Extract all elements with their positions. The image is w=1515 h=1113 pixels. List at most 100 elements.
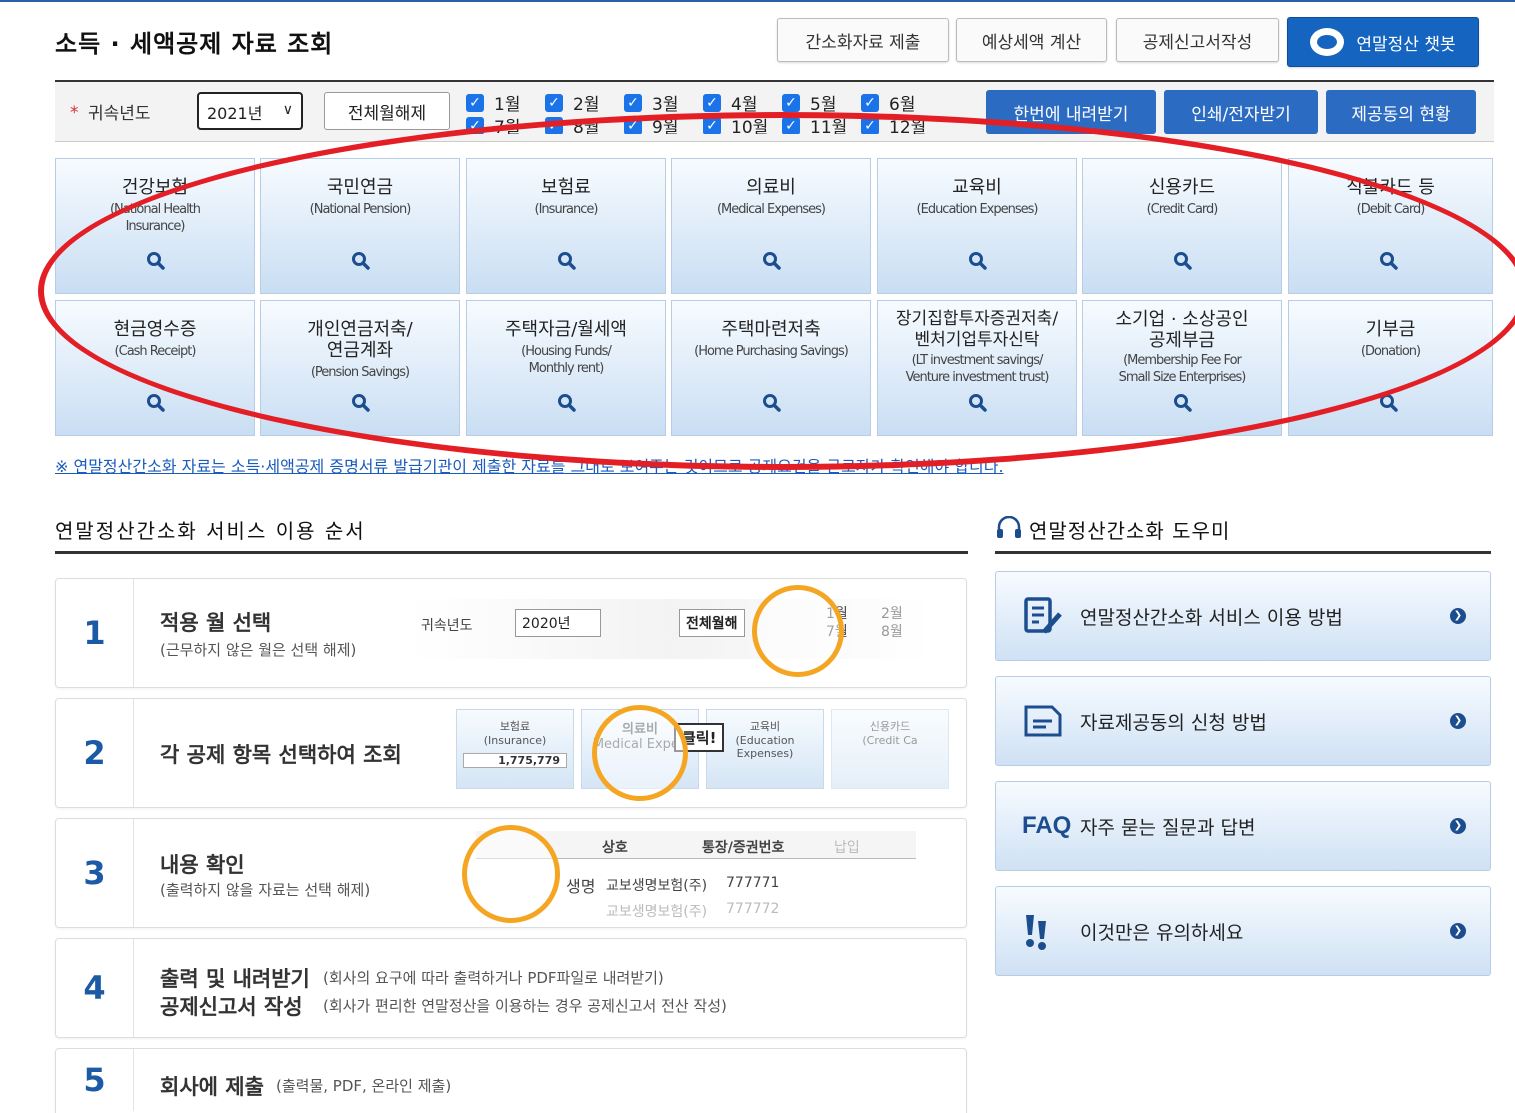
tile-credit-card[interactable]: 신용카드 (Credit Card): [1082, 158, 1282, 294]
illus-row-number: 777771: [726, 875, 780, 891]
arrow-right-icon: ❯: [1450, 713, 1466, 729]
step-title: 회사에 제출: [160, 1075, 264, 1099]
illus-col-header: 통장/증권번호: [702, 840, 785, 856]
month-checkbox[interactable]: ✓ 10월: [703, 113, 768, 134]
tile-home-purchasing-savings[interactable]: 주택마련저축 (Home Purchasing Savings): [671, 300, 871, 436]
checkbox-checked-icon: ✓: [624, 116, 642, 134]
year-select[interactable]: 2021년 ∨: [197, 92, 303, 130]
month-checkbox[interactable]: ✓ 2월: [545, 90, 599, 115]
search-icon: [147, 252, 165, 270]
month-checkbox[interactable]: ✓ 1월: [466, 90, 520, 115]
step-subtitle: (근무하지 않은 월은 선택 해제): [160, 641, 357, 659]
search-icon: [763, 252, 781, 270]
page-title: 소득 · 세액공제 자료 조회: [55, 30, 334, 58]
deduction-form-button[interactable]: 공제신고서작성: [1116, 18, 1279, 62]
highlight-ring: [752, 585, 844, 677]
help-item-faq[interactable]: FAQ 자주 묻는 질문과 답변 ❯: [995, 781, 1491, 871]
illus-tile: 보험료 (Insurance) 1,775,779: [456, 709, 574, 789]
print-button[interactable]: 인쇄/전자받기: [1164, 90, 1318, 134]
checkbox-checked-icon: ✓: [703, 116, 721, 134]
step-3: 3 내용 확인 (출력하지 않을 자료는 선택 해제) 상호 통장/증권번호 납…: [55, 818, 967, 928]
month-checkbox[interactable]: ✓ 5월: [782, 90, 836, 115]
search-icon: [558, 394, 576, 412]
checkbox-checked-icon: ✓: [861, 116, 879, 134]
help-item-usage-guide[interactable]: 연말정산간소화 서비스 이용 방법 ❯: [995, 571, 1491, 661]
download-all-button[interactable]: 한번에 내려받기: [986, 90, 1156, 134]
month-checkbox[interactable]: ✓ 8월: [545, 113, 599, 134]
arrow-right-icon: ❯: [1450, 608, 1466, 624]
tile-donation[interactable]: 기부금 (Donation): [1288, 300, 1493, 436]
illus-col-header: 상호: [602, 840, 628, 856]
year-value: 2021년: [207, 104, 263, 123]
chevron-down-icon: ∨: [282, 102, 293, 118]
tile-lt-investment-savings[interactable]: 장기집합투자증권저축/ 벤처기업투자신탁 (LT investment savin…: [877, 300, 1077, 436]
edit-doc-icon: [1024, 597, 1062, 634]
search-icon: [1174, 394, 1192, 412]
step-1: 1 적용 월 선택 (근무하지 않은 월은 선택 해제) 귀속년도 2020년 …: [55, 578, 967, 688]
consent-status-button[interactable]: 제공동의 현황: [1326, 90, 1476, 134]
step-number: 5: [56, 1049, 134, 1111]
step-note: (회사의 요구에 따라 출력하거나 PDF파일로 내려받기): [323, 969, 664, 987]
search-icon: [969, 394, 987, 412]
tile-health-insurance[interactable]: 건강보험 (National Health Insurance): [55, 158, 255, 294]
month-checkbox[interactable]: ✓ 7월: [466, 113, 520, 134]
tile-debit-card[interactable]: 직불카드 등 (Debit Card): [1288, 158, 1493, 294]
step-number: 3: [56, 819, 134, 927]
tile-national-pension[interactable]: 국민연금 (National Pension): [260, 158, 460, 294]
step-5: 5 회사에 제출 (출력물, PDF, 온라인 제출): [55, 1048, 967, 1113]
month-checkbox[interactable]: ✓ 4월: [703, 90, 757, 115]
search-icon: [1174, 252, 1192, 270]
faq-icon: FAQ: [1022, 812, 1072, 839]
submit-simplified-data-button[interactable]: 간소화자료 제출: [777, 18, 949, 62]
step-subtitle: (출력하지 않을 자료는 선택 해제): [160, 881, 371, 899]
deselect-all-months-button[interactable]: 전체월해제: [324, 92, 450, 130]
top-accent-line: [0, 0, 1515, 2]
help-item-label: 자주 묻는 질문과 답변: [1080, 816, 1256, 839]
notice-link[interactable]: ※ 연말정산간소화 자료는 소득·세액공제 증명서류 발급기관이 제출한 자료를…: [55, 453, 1305, 477]
step-2: 2 각 공제 항목 선택하여 조회 보험료 (Insurance) 1,775,77…: [55, 698, 967, 808]
illus-row-name: 생명: [566, 877, 596, 896]
tile-pension-savings[interactable]: 개인연금저축/ 연금계좌 (Pension Savings): [260, 300, 460, 436]
estimate-tax-button[interactable]: 예상세액 계산: [956, 18, 1107, 62]
year-label: 귀속년도: [88, 104, 151, 124]
month-checkbox[interactable]: ✓ 6월: [861, 90, 915, 115]
illus-year-label: 귀속년도: [421, 618, 473, 634]
step-title: 내용 확인: [160, 853, 245, 877]
help-item-cautions[interactable]: 이것만은 유의하세요 ❯: [995, 886, 1491, 976]
checkbox-checked-icon: ✓: [861, 93, 879, 112]
tile-education-expenses[interactable]: 교육비 (Education Expenses): [877, 158, 1077, 294]
step-number: 4: [56, 939, 134, 1037]
step-number: 2: [56, 699, 134, 807]
tile-housing-funds[interactable]: 주택자금/월세액 (Housing Funds/ Monthly rent): [466, 300, 666, 436]
tile-insurance[interactable]: 보험료 (Insurance): [466, 158, 666, 294]
chatbot-icon: [1310, 28, 1345, 56]
month-checkbox[interactable]: ✓ 12월: [861, 113, 926, 134]
document-icon: [1024, 705, 1062, 737]
help-item-label: 연말정산간소화 서비스 이용 방법: [1080, 606, 1343, 629]
month-checkbox[interactable]: ✓ 3월: [624, 90, 678, 115]
arrow-right-icon: ❯: [1450, 818, 1466, 834]
checkbox-checked-icon: ✓: [782, 93, 800, 112]
search-icon: [969, 252, 987, 270]
help-item-consent-guide[interactable]: 자료제공동의 신청 방법 ❯: [995, 676, 1491, 766]
step-title-2: 공제신고서 작성: [160, 995, 303, 1019]
illus-row-number: 777772: [726, 901, 780, 917]
tile-medical-expenses[interactable]: 의료비 (Medical Expenses): [671, 158, 871, 294]
step-2-illustration: 보험료(Insurance)1,775,779 의료비Medical Expen…: [456, 699, 949, 799]
checkbox-checked-icon: ✓: [782, 116, 800, 134]
month-checkbox[interactable]: ✓ 11월: [782, 113, 847, 134]
search-icon: [1380, 252, 1398, 270]
step-number: 1: [56, 579, 134, 687]
step-4: 4 출력 및 내려받기 공제신고서 작성 (회사의 요구에 따라 출력하거나 P…: [55, 938, 967, 1038]
step-title: 적용 월 선택: [160, 611, 272, 635]
illus-year-select: 2020년: [515, 609, 601, 637]
tile-small-enterprise-fee[interactable]: 소기업 · 소상공인 공제부금 (Membership Fee For Small…: [1082, 300, 1282, 436]
helper-section-title: 연말정산간소화 도우미: [1029, 519, 1231, 543]
chatbot-button[interactable]: 연말정산 챗봇: [1287, 17, 1479, 67]
search-icon: [352, 252, 370, 270]
checkbox-checked-icon: ✓: [624, 93, 642, 112]
chatbot-label: 연말정산 챗봇: [1356, 34, 1456, 55]
month-checkbox[interactable]: ✓ 9월: [624, 113, 678, 134]
required-mark: *: [70, 103, 79, 123]
tile-cash-receipt[interactable]: 현금영수증 (Cash Receipt): [55, 300, 255, 436]
